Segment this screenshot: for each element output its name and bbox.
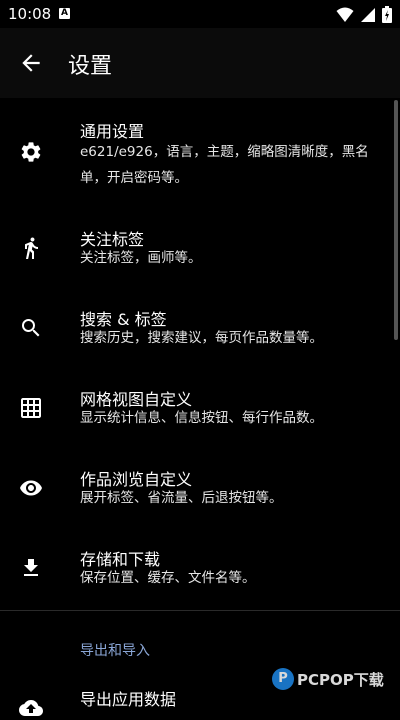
- grid-icon: [21, 398, 41, 418]
- item-subtitle: 显示统计信息、信息按钮、每行作品数。: [80, 410, 323, 426]
- signal-icon: [361, 7, 375, 22]
- battery-icon: [382, 6, 392, 23]
- divider: [0, 610, 400, 611]
- eye-icon: [20, 480, 42, 496]
- item-subtitle: e621/e926，语言，主题，缩略图清晰度，黑名单，开启密码等。: [80, 144, 369, 186]
- settings-item-general[interactable]: 通用设置 e621/e926，语言，主题，缩略图清晰度，黑名单，开启密码等。: [0, 98, 400, 198]
- section-header-export-import: 导出和导入: [80, 643, 150, 659]
- item-subtitle: 保存位置、缓存、文件名等。: [80, 570, 256, 586]
- search-icon: [22, 319, 40, 337]
- settings-item-grid-view[interactable]: 网格视图自定义 显示统计信息、信息按钮、每行作品数。: [0, 358, 400, 438]
- item-subtitle: 展开标签、省流量、后退按钮等。: [80, 490, 283, 506]
- watermark: P PCPOP下载: [272, 668, 384, 690]
- status-icons: [336, 6, 392, 23]
- status-time: 10:08: [8, 5, 52, 23]
- walking-person-icon: [25, 237, 38, 259]
- app-bar: 设置: [0, 28, 400, 98]
- settings-list: 通用设置 e621/e926，语言，主题，缩略图清晰度，黑名单，开启密码等。 关…: [0, 98, 400, 598]
- item-subtitle: 关注标签，画师等。: [80, 250, 202, 266]
- settings-item-search-tags[interactable]: 搜索 & 标签 搜索历史，搜索建议，每页作品数量等。: [0, 278, 400, 358]
- watermark-text: PCPOP下载: [297, 670, 384, 689]
- gear-icon: [21, 142, 41, 162]
- page-title: 设置: [68, 54, 113, 79]
- cloud-upload-icon: [19, 700, 43, 716]
- item-title: 导出应用数据: [80, 690, 177, 709]
- back-arrow-icon[interactable]: [18, 50, 44, 76]
- watermark-logo-icon: P: [272, 668, 294, 690]
- item-subtitle: 搜索历史，搜索建议，每页作品数量等。: [80, 330, 323, 346]
- status-bar: 10:08 A: [0, 0, 400, 28]
- notification-a-icon: A: [59, 8, 70, 19]
- settings-item-storage-download[interactable]: 存储和下载 保存位置、缓存、文件名等。: [0, 518, 400, 598]
- wifi-icon: [336, 7, 354, 22]
- settings-item-post-view[interactable]: 作品浏览自定义 展开标签、省流量、后退按钮等。: [0, 438, 400, 518]
- download-icon: [24, 559, 38, 576]
- settings-item-follow-tags[interactable]: 关注标签 关注标签，画师等。: [0, 198, 400, 278]
